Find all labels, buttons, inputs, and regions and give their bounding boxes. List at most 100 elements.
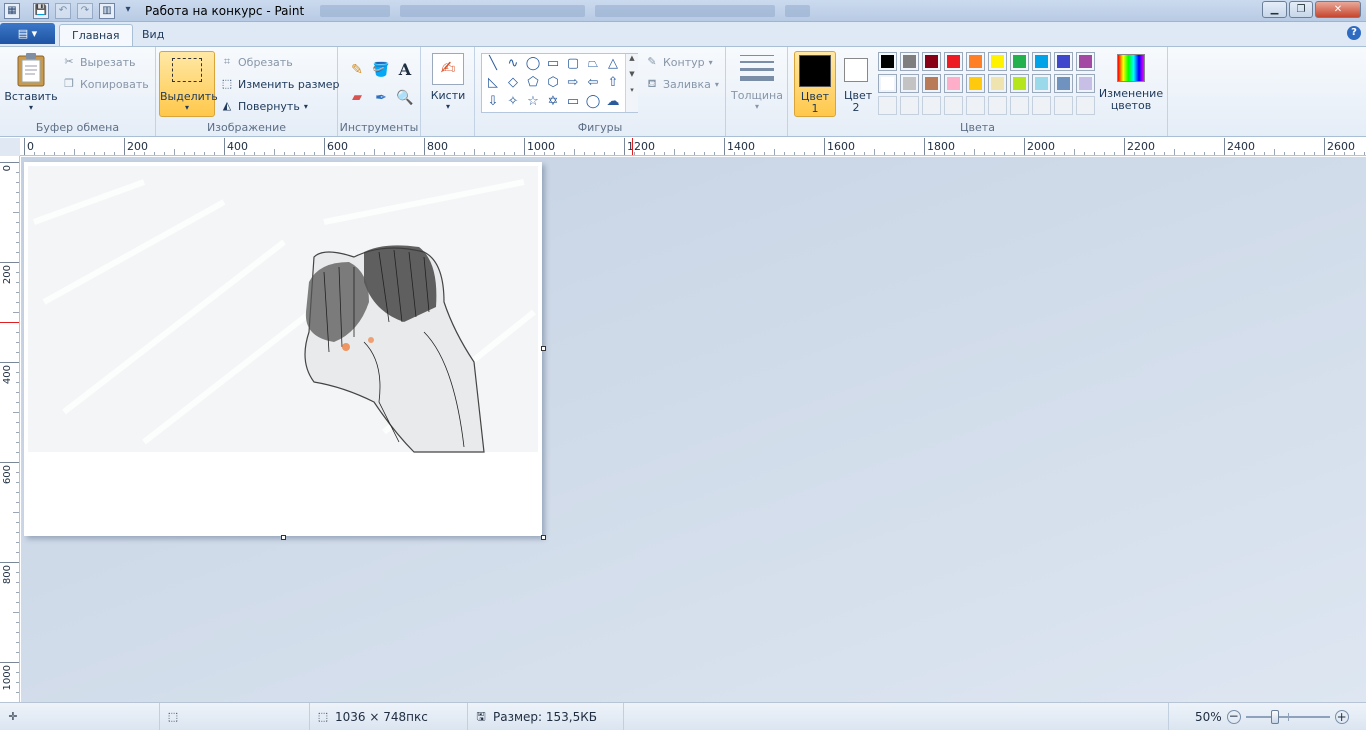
tab-home[interactable]: Главная xyxy=(59,24,133,46)
palette-swatch[interactable] xyxy=(922,74,941,93)
custom-color-slot[interactable] xyxy=(900,96,919,115)
rounded-rectangle-shape-icon[interactable]: ▢ xyxy=(564,55,582,73)
ruler-minor-tick xyxy=(1004,152,1005,155)
paste-button[interactable]: Вставить ▾ xyxy=(4,51,58,117)
zoom-slider-thumb[interactable] xyxy=(1270,710,1279,724)
shapes-scrollbar[interactable]: ▲ ▼ ▾ xyxy=(625,54,638,112)
resize-button[interactable]: ⬚ Изменить размер xyxy=(220,75,340,93)
right-triangle-shape-icon[interactable]: ◺ xyxy=(484,74,502,92)
save-icon[interactable]: 💾 xyxy=(33,3,49,19)
curve-shape-icon[interactable]: ∿ xyxy=(504,55,522,73)
minimize-button[interactable]: ▁ xyxy=(1262,1,1287,18)
copy-button[interactable]: ❐ Копировать xyxy=(62,75,149,93)
swatch-color xyxy=(925,55,938,68)
down-arrow-shape-icon[interactable]: ⇩ xyxy=(484,93,502,111)
left-arrow-shape-icon[interactable]: ⇦ xyxy=(584,74,602,92)
palette-swatch[interactable] xyxy=(988,52,1007,71)
maximize-button[interactable]: ❐ xyxy=(1289,1,1313,18)
rotate-icon: ◭ xyxy=(222,99,232,112)
edit-colors-button[interactable]: Изменение цветов xyxy=(1098,51,1164,117)
pencil-icon[interactable]: ✎ xyxy=(347,60,367,80)
magnifier-icon[interactable]: 🔍 xyxy=(395,88,415,108)
oval-shape-icon[interactable]: ◯ xyxy=(524,55,542,73)
swatch-color xyxy=(925,77,938,90)
custom-color-slot[interactable] xyxy=(944,96,963,115)
rectangle-shape-icon[interactable]: ▭ xyxy=(544,55,562,73)
pentagon-shape-icon[interactable]: ⬠ xyxy=(524,74,542,92)
palette-swatch[interactable] xyxy=(1032,74,1051,93)
custom-color-slot[interactable] xyxy=(1010,96,1029,115)
outline-button[interactable]: ✎ Контур ▾ xyxy=(645,53,712,71)
color2-button[interactable]: Цвет 2 xyxy=(838,51,874,117)
fill-bucket-icon[interactable]: 🪣 xyxy=(371,60,391,80)
custom-color-slot[interactable] xyxy=(878,96,897,115)
palette-swatch[interactable] xyxy=(944,74,963,93)
zoom-in-icon[interactable]: + xyxy=(1334,710,1349,724)
resize-handle-corner[interactable] xyxy=(541,535,546,540)
palette-swatch[interactable] xyxy=(966,74,985,93)
size-button[interactable]: Толщина ▾ xyxy=(730,51,784,117)
cut-button[interactable]: ✂ Вырезать xyxy=(62,53,135,71)
four-point-star-shape-icon[interactable]: ✧ xyxy=(504,93,522,111)
resize-handle-right[interactable] xyxy=(541,346,546,351)
quick-access-dropdown-icon[interactable]: ▾ xyxy=(120,3,136,19)
palette-swatch[interactable] xyxy=(900,52,919,71)
fill-button[interactable]: ⛾ Заливка ▾ xyxy=(645,75,719,93)
paint-menu-button[interactable]: ▤ ▾ xyxy=(0,23,55,44)
right-arrow-shape-icon[interactable]: ⇨ xyxy=(564,74,582,92)
custom-color-slot[interactable] xyxy=(1032,96,1051,115)
palette-swatch[interactable] xyxy=(1010,74,1029,93)
title-bar: ▦ 💾 ↶ ↷ ▥ ▾ Работа на конкурс - Paint ▁ … xyxy=(0,0,1366,22)
palette-swatch[interactable] xyxy=(922,52,941,71)
paint-app-icon[interactable]: ▦ xyxy=(4,3,20,19)
palette-swatch[interactable] xyxy=(1032,52,1051,71)
palette-swatch[interactable] xyxy=(878,74,897,93)
resize-handle-bottom[interactable] xyxy=(281,535,286,540)
redo-icon[interactable]: ↷ xyxy=(77,3,93,19)
diamond-shape-icon[interactable]: ◇ xyxy=(504,74,522,92)
rect-callout-shape-icon[interactable]: ▭ xyxy=(564,93,582,111)
custom-color-slot[interactable] xyxy=(966,96,985,115)
rotate-button[interactable]: ◭ Повернуть ▾ xyxy=(220,97,308,115)
palette-swatch[interactable] xyxy=(1076,52,1095,71)
palette-swatch[interactable] xyxy=(1076,74,1095,93)
text-tool-icon[interactable]: A xyxy=(395,60,415,80)
polygon-shape-icon[interactable]: ⏢ xyxy=(584,55,602,73)
zoom-slider[interactable] xyxy=(1245,710,1330,724)
custom-color-slot[interactable] xyxy=(1054,96,1073,115)
palette-swatch[interactable] xyxy=(878,52,897,71)
undo-icon[interactable]: ↶ xyxy=(55,3,71,19)
custom-color-slot[interactable] xyxy=(1076,96,1095,115)
eraser-icon[interactable]: ▰ xyxy=(347,88,367,108)
color-picker-quick-icon[interactable]: ▥ xyxy=(99,3,115,19)
palette-swatch[interactable] xyxy=(1054,74,1073,93)
oval-callout-shape-icon[interactable]: ◯ xyxy=(584,93,602,111)
crop-button[interactable]: ⌗ Обрезать xyxy=(220,53,293,71)
brushes-button[interactable]: ✍ Кисти ▾ xyxy=(427,51,469,117)
cloud-callout-shape-icon[interactable]: ☁ xyxy=(604,93,622,111)
close-button[interactable]: ✕ xyxy=(1315,1,1361,18)
six-point-star-shape-icon[interactable]: ✡ xyxy=(544,93,562,111)
color-picker-icon[interactable]: ✒ xyxy=(371,88,391,108)
hexagon-shape-icon[interactable]: ⬡ xyxy=(544,74,562,92)
help-icon[interactable]: ? xyxy=(1347,26,1361,40)
select-button[interactable]: Выделить ▾ xyxy=(159,51,218,117)
palette-swatch[interactable] xyxy=(966,52,985,71)
drawing-canvas[interactable] xyxy=(24,162,542,536)
palette-swatch[interactable] xyxy=(1054,52,1073,71)
up-arrow-shape-icon[interactable]: ⇧ xyxy=(604,74,622,92)
palette-swatch[interactable] xyxy=(988,74,1007,93)
five-point-star-shape-icon[interactable]: ☆ xyxy=(524,93,542,111)
line-shape-icon[interactable]: ╲ xyxy=(484,55,502,73)
zoom-out-icon[interactable]: − xyxy=(1226,710,1241,724)
palette-swatch[interactable] xyxy=(944,52,963,71)
ruler-minor-tick xyxy=(16,342,19,343)
color1-button[interactable]: Цвет 1 xyxy=(794,51,836,117)
custom-color-slot[interactable] xyxy=(922,96,941,115)
palette-swatch[interactable] xyxy=(1010,52,1029,71)
palette-swatch[interactable] xyxy=(900,74,919,93)
ruler-minor-tick xyxy=(16,202,19,203)
custom-color-slot[interactable] xyxy=(988,96,1007,115)
triangle-shape-icon[interactable]: △ xyxy=(604,55,622,73)
tab-view[interactable]: Вид xyxy=(130,24,176,46)
